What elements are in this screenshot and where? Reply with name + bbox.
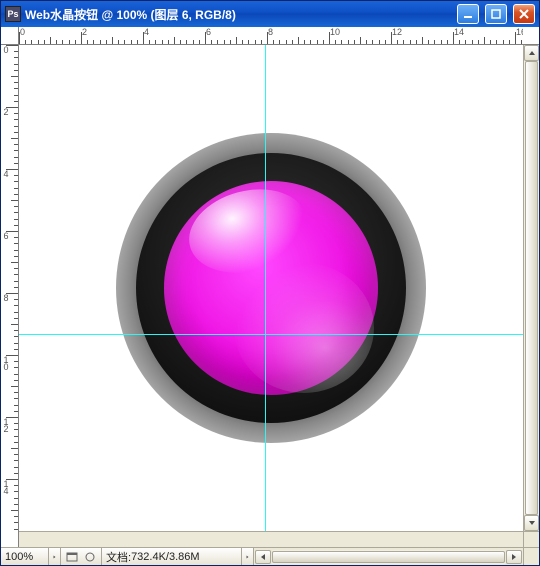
scrollbar-v-track[interactable] [524,61,539,515]
ruler-v-label: 2 [2,107,10,114]
ruler-v-label: 12 [2,417,10,431]
ruler-h-label: 8 [268,27,273,37]
chevron-up-icon [528,49,536,57]
scrollbar-corner [523,531,539,547]
ruler-h-label: 12 [392,27,402,37]
scrollbar-horizontal[interactable] [254,550,523,564]
app-icon: Ps [5,6,21,22]
scrollbar-vertical[interactable] [523,45,539,531]
status-icons [61,548,102,565]
orb-highlight-br [234,263,374,393]
scrollbar-h-track[interactable] [272,550,505,564]
ruler-h-label: 4 [144,27,149,37]
ruler-v-label: 4 [2,169,10,176]
doc-menu-button[interactable] [242,548,254,565]
ruler-v-end [1,531,19,547]
title-bar[interactable]: Ps Web水晶按钮 @ 100% (图层 6, RGB/8) [1,1,539,27]
resize-grip[interactable] [523,548,539,565]
close-icon [518,8,530,20]
minimize-button[interactable] [457,4,479,24]
ruler-horizontal[interactable]: 0 2 4 6 8 10 12 14 16 [19,27,523,45]
ruler-v-label: 6 [2,231,10,238]
chevron-right-icon [246,554,249,560]
scrollbar-v-thumb[interactable] [525,61,538,515]
workspace: 0 2 4 6 8 10 12 14 16 0 2 4 6 8 10 12 14 16 [1,27,539,547]
maximize-icon [490,8,502,20]
chevron-down-icon [528,519,536,527]
close-button[interactable] [513,4,535,24]
scroll-up-button[interactable] [524,45,539,61]
ruler-v-label: 10 [2,355,10,369]
minimize-icon [462,8,474,20]
zoom-menu-button[interactable] [49,548,61,565]
doc-size-label: 文档: [106,549,131,565]
ruler-v-label: 0 [2,45,10,52]
canvas[interactable] [19,45,523,531]
scrollbar-h-thumb[interactable] [272,551,505,563]
ruler-h-label: 2 [82,27,87,37]
chevron-right-icon [510,553,518,561]
ruler-vertical[interactable]: 0246810121416 [1,45,19,531]
ruler-h-label: 16 [516,27,523,37]
guide-horizontal[interactable] [19,334,523,335]
ruler-h-end [523,27,539,45]
ruler-h-label: 14 [454,27,464,37]
ruler-h-label: 6 [206,27,211,37]
scroll-right-button[interactable] [506,550,522,564]
zoom-field[interactable]: 100% [1,548,49,565]
ruler-h-label: 0 [20,27,25,37]
window-title: Web水晶按钮 @ 100% (图层 6, RGB/8) [25,6,451,23]
guide-vertical[interactable] [265,45,266,531]
doc-size-value: 732.4K/3.86M [131,551,200,563]
ruler-h-label: 10 [330,27,340,37]
status-icon-1[interactable] [65,551,79,563]
bottom-gutter [19,531,523,547]
crystal-button-artwork [116,133,426,443]
scroll-left-button[interactable] [255,550,271,564]
maximize-button[interactable] [485,4,507,24]
ruler-v-label: 14 [2,479,10,493]
status-bar: 100% 文档: 732.4K/3.86M [1,547,539,565]
ruler-v-label: 8 [2,293,10,300]
zoom-value: 100% [5,551,33,563]
doc-size-field[interactable]: 文档: 732.4K/3.86M [102,548,242,565]
scroll-down-button[interactable] [524,515,539,531]
chevron-left-icon [259,553,267,561]
chevron-right-icon [53,554,56,560]
status-icon-2[interactable] [83,551,97,563]
ruler-origin[interactable] [1,27,19,45]
